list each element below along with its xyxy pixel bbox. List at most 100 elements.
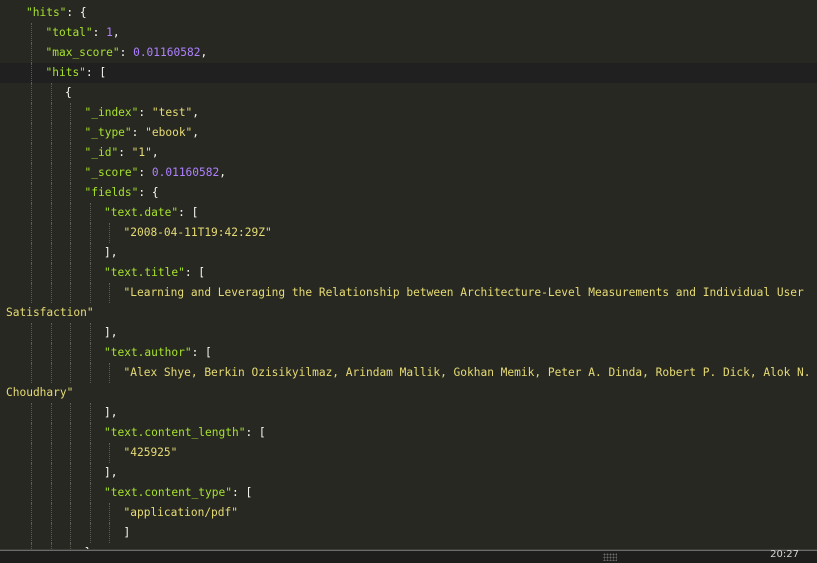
code-line[interactable]: Choudhary": [0, 383, 817, 403]
code-text: "text.author": [: [104, 343, 212, 363]
indent-guide: [89, 323, 91, 343]
code-token: "_index": [84, 106, 139, 119]
code-line[interactable]: "Alex Shye, Berkin Ozisikyilmaz, Arindam…: [0, 363, 817, 383]
status-bar: 20:27: [0, 549, 817, 563]
code-token: "425925": [123, 446, 178, 459]
indent-guide: [50, 243, 52, 263]
indent-guide: [31, 343, 32, 363]
code-line[interactable]: "_index": "test",: [0, 103, 817, 123]
code-token: :: [119, 46, 134, 59]
indent-guide: [89, 363, 91, 383]
code-text: "_index": "test",: [85, 103, 200, 123]
code-text: ]: [124, 523, 131, 543]
indent-guide: [50, 523, 52, 543]
code-token: "text.date": [104, 206, 179, 219]
indent-guide: [31, 243, 32, 263]
indent-guide: [70, 163, 71, 183]
code-editor[interactable]: "hits": {"total": 1, "max_score": 0.01160…: [0, 0, 817, 549]
indent-guide: [70, 223, 71, 243]
indent-guide: [89, 523, 91, 543]
indent-guide: [31, 403, 32, 423]
code-line[interactable]: "2008-04-11T19:42:29Z": [0, 223, 817, 243]
code-text: ],: [104, 403, 117, 423]
code-text: ],: [104, 323, 117, 343]
code-token: ],: [104, 326, 118, 339]
indent-guide: [31, 63, 32, 83]
code-text: "text.content_length": [: [104, 423, 266, 443]
indent-guide: [50, 363, 52, 383]
code-line[interactable]: "text.author": [: [0, 343, 817, 363]
indent-guide: [109, 363, 110, 383]
code-line[interactable]: ],: [0, 243, 817, 263]
indent-guide: [31, 443, 32, 463]
code-line[interactable]: Satisfaction": [0, 303, 817, 323]
indent-guide: [31, 43, 32, 63]
code-line[interactable]: "text.date": [: [0, 203, 817, 223]
code-line[interactable]: "max_score": 0.01160582,: [0, 43, 817, 63]
indent-guide: [31, 423, 32, 443]
code-text: "text.date": [: [104, 203, 198, 223]
code-token: "hits": [45, 66, 86, 79]
indent-guide: [50, 103, 52, 123]
code-token: "hits": [26, 6, 67, 19]
indent-guide: [31, 483, 32, 503]
indent-guide: [31, 143, 32, 163]
indent-guide: [50, 483, 52, 503]
grip-icon[interactable]: [603, 553, 617, 561]
code-token: : [: [178, 206, 199, 219]
indent-guide: [89, 503, 91, 523]
code-text: "fields": {: [85, 183, 159, 203]
code-token: : {: [66, 6, 87, 19]
wrapped-text: Satisfaction": [6, 303, 94, 323]
code-line[interactable]: "_type": "ebook",: [0, 123, 817, 143]
code-token: "2008-04-11T19:42:29Z": [123, 226, 272, 239]
indent-guide: [50, 163, 52, 183]
code-text: "text.title": [: [104, 263, 205, 283]
code-line[interactable]: "application/pdf": [0, 503, 817, 523]
indent-guide: [70, 323, 71, 343]
indent-guide: [50, 443, 52, 463]
code-token: {: [65, 86, 72, 99]
code-token: "application/pdf": [123, 506, 239, 519]
code-text: ],: [104, 243, 117, 263]
code-line[interactable]: "hits": {: [0, 3, 817, 23]
indent-guide: [50, 203, 52, 223]
code-line[interactable]: {: [0, 83, 817, 103]
code-token: ,: [192, 126, 200, 139]
code-token: "1": [131, 146, 152, 159]
code-token: "fields": [84, 186, 139, 199]
code-line[interactable]: "Learning and Leveraging the Relationshi…: [0, 283, 817, 303]
code-line[interactable]: "fields": {: [0, 183, 817, 203]
code-token: "Learning and Leveraging the Relationshi…: [123, 286, 804, 299]
indent-guide: [70, 423, 71, 443]
code-token: : [: [184, 266, 206, 279]
code-line[interactable]: "total": 1,: [0, 23, 817, 43]
code-line[interactable]: "_score": 0.01160582,: [0, 163, 817, 183]
indent-guide: [50, 403, 52, 423]
code-text: "_type": "ebook",: [85, 123, 200, 143]
code-line[interactable]: ],: [0, 463, 817, 483]
indent-guide: [50, 183, 52, 203]
code-token: ],: [104, 466, 118, 479]
code-line[interactable]: "425925": [0, 443, 817, 463]
code-line[interactable]: "text.title": [: [0, 263, 817, 283]
code-line[interactable]: ],: [0, 403, 817, 423]
code-line[interactable]: "text.content_type": [: [0, 483, 817, 503]
code-line[interactable]: "hits": [: [0, 63, 817, 83]
code-line[interactable]: ],: [0, 323, 817, 343]
indent-guide: [50, 143, 52, 163]
code-token: "_id": [84, 146, 119, 159]
code-token: "_score": [84, 166, 139, 179]
code-text: "2008-04-11T19:42:29Z": [124, 223, 272, 243]
code-token: ,: [200, 46, 208, 59]
indent-guide: [109, 503, 110, 523]
code-token: :: [138, 106, 152, 119]
code-line[interactable]: "text.content_length": [: [0, 423, 817, 443]
code-line[interactable]: "_id": "1",: [0, 143, 817, 163]
indent-guide: [50, 263, 52, 283]
code-token: ,: [151, 146, 159, 159]
code-text: "application/pdf": [124, 503, 239, 523]
code-line[interactable]: ]: [0, 523, 817, 543]
indent-guide: [89, 463, 91, 483]
indent-guide: [70, 363, 71, 383]
